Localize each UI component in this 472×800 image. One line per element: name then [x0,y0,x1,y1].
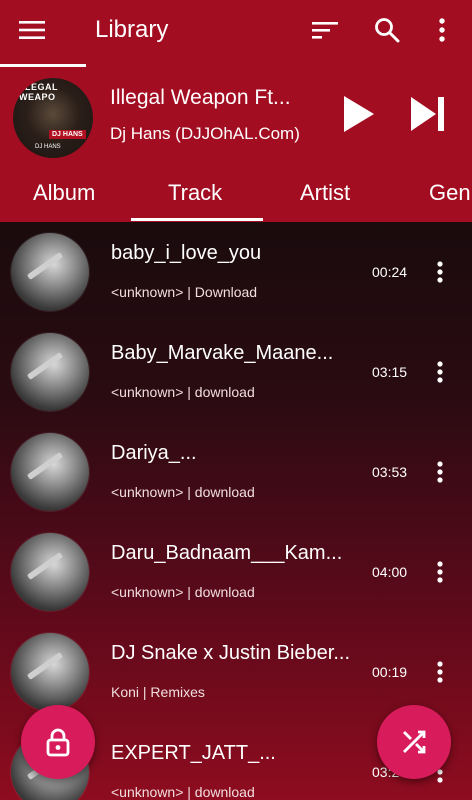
track-thumbnail [11,333,89,411]
now-playing-album-art: LLEGAL WEAPO DJ HANS DJ HANS [13,78,93,158]
track-title: Baby_Marvake_Maane... [111,342,334,364]
art-text-mid: DJ HANS [49,130,86,139]
shuffle-icon [403,730,426,754]
track-thumbnail [11,533,89,611]
track-title: Daru_Badnaam___Kam... [111,542,343,564]
more-vert-icon[interactable] [428,660,452,684]
track-thumbnail [11,633,89,711]
track-title: baby_i_love_you [111,242,262,264]
tab-track[interactable]: Track [168,180,222,206]
track-duration: 00:19 [372,664,408,680]
app-bar: Library [0,0,472,60]
sort-icon[interactable] [307,12,343,48]
search-icon[interactable] [369,12,405,48]
lock-icon [46,728,70,757]
tab-genre[interactable]: Genr [429,180,472,206]
track-subtitle: <unknown> | download [111,584,255,600]
more-vert-icon[interactable] [428,460,452,484]
art-text-top: LLEGAL WEAPO [19,82,58,102]
track-duration: 04:00 [372,564,408,580]
track-subtitle: <unknown> | Download [111,284,258,300]
list-item[interactable]: Daru_Badnaam___Kam... <unknown> | downlo… [0,522,472,622]
track-duration: 03:15 [372,364,408,380]
track-duration: 03:53 [372,464,408,480]
track-thumbnail [11,233,89,311]
play-icon[interactable] [342,95,376,133]
now-playing-artist: Dj Hans (DJJOhAL.Com) [110,124,300,143]
track-subtitle: Koni | Remixes [111,684,205,700]
tab-bar: Album Track Artist Genr [0,170,472,222]
track-thumbnail [11,433,89,511]
track-subtitle: <unknown> | download [111,784,255,800]
more-vert-icon[interactable] [424,12,460,48]
track-duration: 00:24 [372,264,408,280]
more-vert-icon[interactable] [428,360,452,384]
track-title: DJ Snake x Justin Bieber... [111,642,351,664]
list-item[interactable]: Baby_Marvake_Maane... <unknown> | downlo… [0,322,472,422]
track-title: EXPERT_JATT_... [111,742,276,764]
lock-button[interactable] [21,705,95,779]
menu-icon[interactable] [14,12,50,48]
art-text-bottom: DJ HANS [35,144,61,150]
page-title: Library [95,16,169,43]
tab-indicator [131,218,263,221]
more-vert-icon[interactable] [428,260,452,284]
shuffle-button[interactable] [377,705,451,779]
tab-artist[interactable]: Artist [300,180,350,206]
tab-album[interactable]: Album [33,180,95,206]
list-item[interactable]: baby_i_love_you <unknown> | Download 00:… [0,222,472,322]
list-item[interactable]: Dariya_... <unknown> | download 03:53 [0,422,472,522]
track-subtitle: <unknown> | download [111,484,255,500]
now-playing-title: Illegal Weapon Ft... [110,86,291,109]
track-subtitle: <unknown> | download [111,384,255,400]
playback-progress[interactable] [0,64,86,67]
skip-next-icon[interactable] [410,95,446,133]
more-vert-icon[interactable] [428,560,452,584]
track-title: Dariya_... [111,442,197,464]
